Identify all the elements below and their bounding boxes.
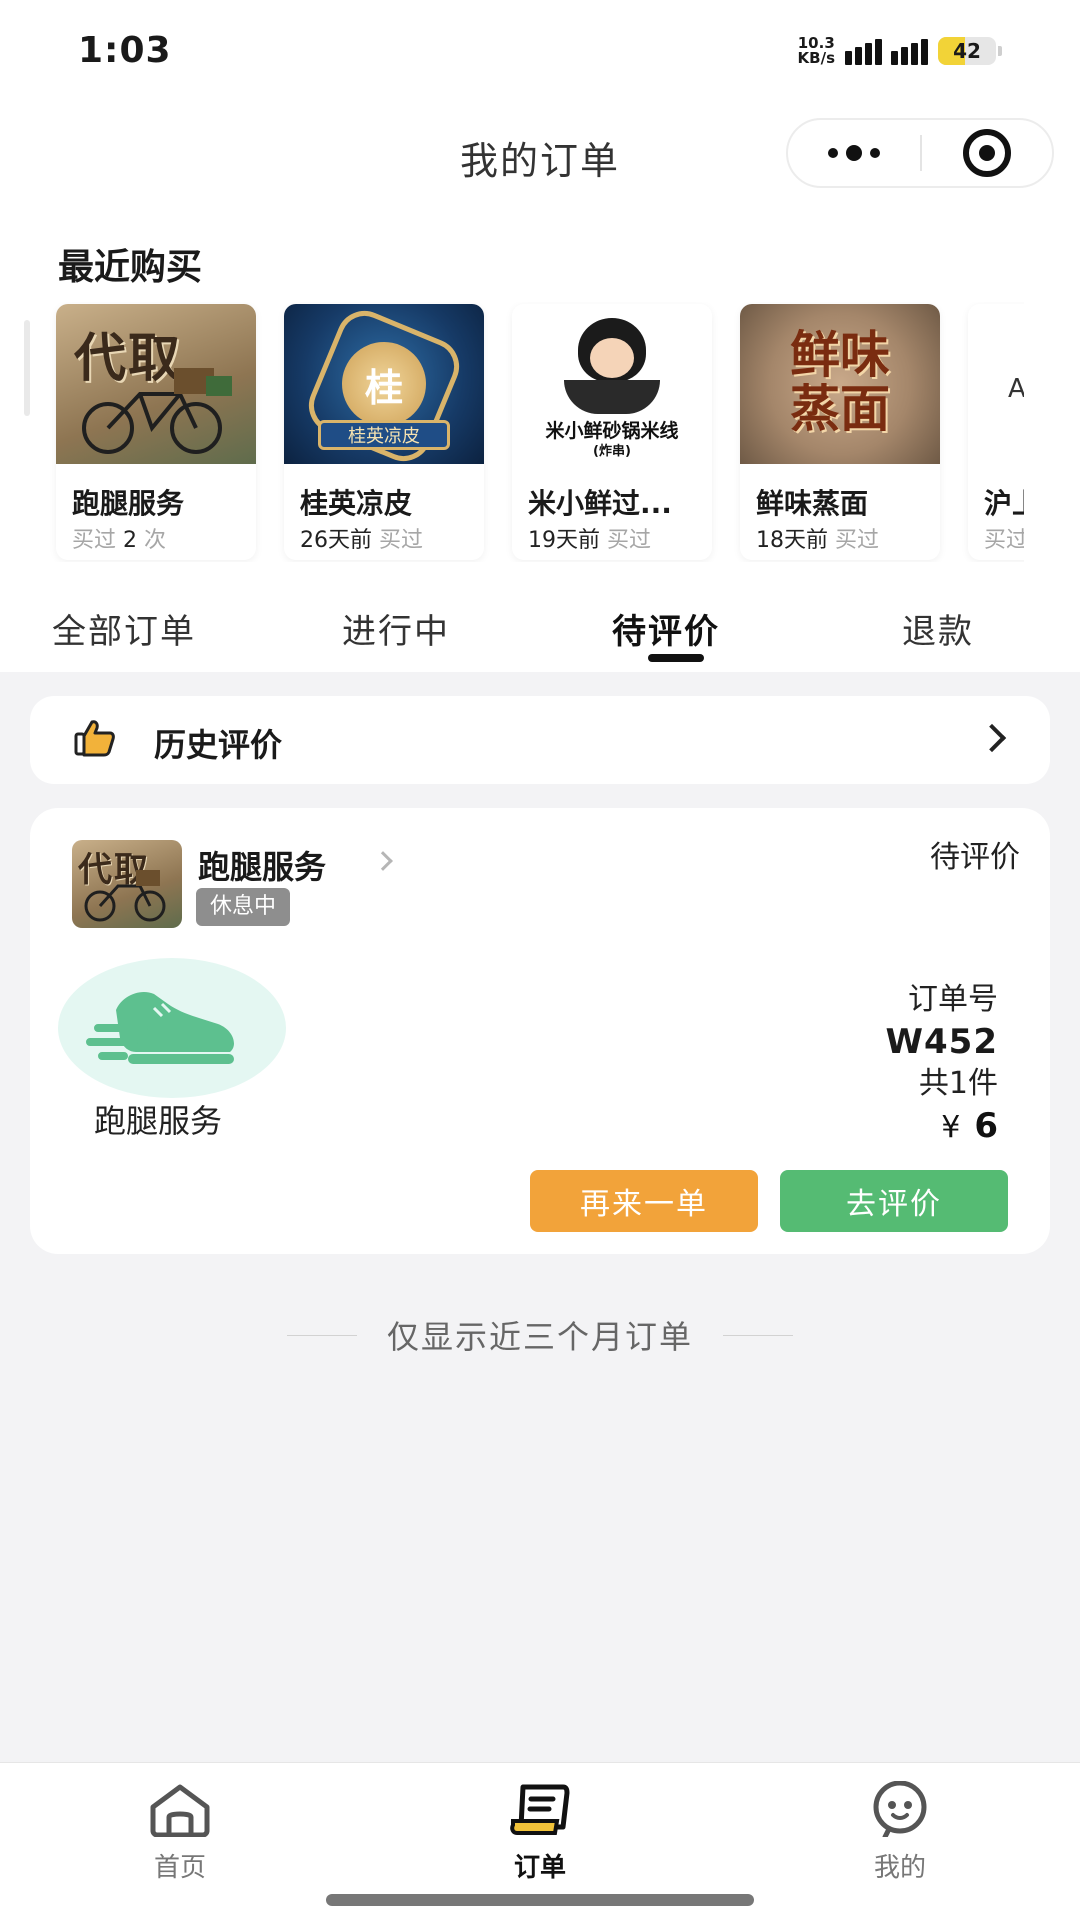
network-speed-unit: KB/s — [797, 49, 835, 67]
item-name: 跑腿服务 — [94, 1102, 223, 1140]
tabbar-profile[interactable]: 我的 — [840, 1780, 960, 1884]
shop-status-badge: 休息中 — [196, 888, 291, 926]
recent-item-name: 桂英凉皮 — [300, 487, 413, 520]
write-review-button[interactable]: 去评价 — [780, 1170, 1008, 1232]
battery-level: 42 — [953, 39, 981, 63]
recent-item-meta: 买过 — [984, 528, 1024, 553]
shop-logo[interactable]: 代取 — [72, 840, 182, 928]
bicycle-icon — [84, 870, 166, 922]
recent-item-name: 米小鲜过... — [528, 487, 672, 520]
profile-icon — [873, 1780, 927, 1840]
tabbar-label: 我的 — [873, 1853, 926, 1883]
active-tab-indicator — [648, 654, 704, 662]
recent-item-meta: 19天前 买过 — [528, 528, 652, 553]
reorder-button[interactable]: 再来一单 — [530, 1170, 758, 1232]
item-image — [58, 958, 286, 1098]
footer-note: 仅显示近三个月订单 — [0, 1312, 1080, 1358]
recent-item-card[interactable]: 代取 跑腿服务 买过 2 次 — [56, 304, 256, 560]
history-reviews-label: 历史评价 — [154, 726, 283, 764]
thumbnail-text: 米小鲜砂锅米线 — [545, 420, 679, 442]
order-list-icon — [510, 1784, 570, 1835]
running-shoe-icon — [86, 991, 234, 1064]
tab-refund[interactable]: 退款 — [902, 604, 974, 653]
currency-symbol: ¥ — [941, 1110, 961, 1145]
history-reviews-row[interactable]: 历史评价 — [30, 696, 1050, 784]
thumbnail-subtext: (炸串) — [593, 444, 631, 459]
thumbnail-banner: 桂英凉皮 — [318, 420, 450, 450]
status-indicators: 10.3 KB/s 42 — [798, 36, 1002, 66]
order-status: 待评价 — [930, 840, 1020, 875]
home-indicator[interactable] — [326, 1894, 754, 1906]
home-icon — [150, 1784, 210, 1838]
signal-icon — [845, 37, 928, 65]
tab-in-progress[interactable]: 进行中 — [342, 604, 450, 653]
recent-item-card[interactable]: 米小鲜砂锅米线 (炸串) 米小鲜过... 19天前 买过 — [512, 304, 712, 560]
divider — [723, 1334, 793, 1336]
shop-thumbnail: 代取 — [56, 304, 256, 464]
recent-purchases-list[interactable]: 代取 跑腿服务 买过 2 次 桂 桂英凉皮 桂英凉皮 26天前 买过 米小鲜砂锅… — [0, 302, 1024, 562]
close-mini-program-icon[interactable] — [922, 120, 1052, 186]
mini-program-capsule — [786, 118, 1054, 188]
order-card[interactable]: 代取 跑腿服务 休息中 待评价 跑腿服务 订单号 W452 共1件 ¥6 再来一… — [30, 808, 1050, 1254]
recent-item-card[interactable]: 鲜味蒸面 鲜味蒸面 18天前 买过 — [740, 304, 940, 560]
price-value: 6 — [974, 1106, 998, 1146]
chevron-right-icon — [373, 851, 393, 871]
recent-item-card[interactable]: A 沪上 买过 — [968, 304, 1024, 560]
recent-purchases-title: 最近购买 — [58, 247, 203, 288]
order-summary: 订单号 W452 共1件 ¥6 — [886, 980, 998, 1150]
chevron-right-icon — [977, 723, 1007, 753]
tabbar-home[interactable]: 首页 — [120, 1781, 240, 1884]
recent-item-name: 鲜味蒸面 — [756, 487, 869, 520]
recent-item-card[interactable]: 桂 桂英凉皮 桂英凉皮 26天前 买过 — [284, 304, 484, 560]
order-number: W452 — [885, 1022, 998, 1062]
thumbnail-text: 桂 — [342, 342, 426, 426]
divider — [286, 1334, 357, 1336]
shop-name-link[interactable]: 跑腿服务 — [198, 842, 326, 888]
thumbnail-text: 鲜味蒸面 — [790, 326, 890, 438]
shop-thumbnail: 桂 桂英凉皮 — [284, 304, 484, 464]
network-speed: 10.3 KB/s — [798, 36, 835, 66]
tabbar-orders[interactable]: 订单 — [480, 1781, 600, 1884]
tabbar-label: 订单 — [513, 1853, 566, 1883]
recent-item-meta: 18天前 买过 — [756, 528, 880, 553]
footer-note-text: 仅显示近三个月订单 — [386, 1318, 693, 1356]
tab-all-orders[interactable]: 全部订单 — [52, 604, 196, 653]
recent-item-meta: 买过 2 次 — [72, 528, 166, 553]
battery-icon: 42 — [938, 37, 1002, 65]
recent-item-name: 沪上 — [984, 487, 1024, 520]
order-price: ¥6 — [886, 1104, 998, 1150]
bicycle-icon — [82, 368, 232, 454]
recent-item-meta: 26天前 买过 — [300, 528, 424, 553]
more-icon[interactable] — [788, 120, 920, 186]
recent-item-name: 跑腿服务 — [72, 487, 185, 520]
tabbar-label: 首页 — [153, 1853, 206, 1883]
status-time: 1:03 — [78, 30, 172, 71]
shop-thumbnail: 鲜味蒸面 — [740, 304, 940, 464]
shop-thumbnail: A — [968, 304, 1024, 464]
shop-thumbnail: 米小鲜砂锅米线 (炸串) — [512, 304, 712, 464]
item-count: 共1件 — [918, 1066, 998, 1101]
thumbs-up-icon — [74, 720, 115, 757]
tab-pending-review[interactable]: 待评价 — [612, 604, 720, 653]
order-number-label: 订单号 — [908, 982, 998, 1017]
